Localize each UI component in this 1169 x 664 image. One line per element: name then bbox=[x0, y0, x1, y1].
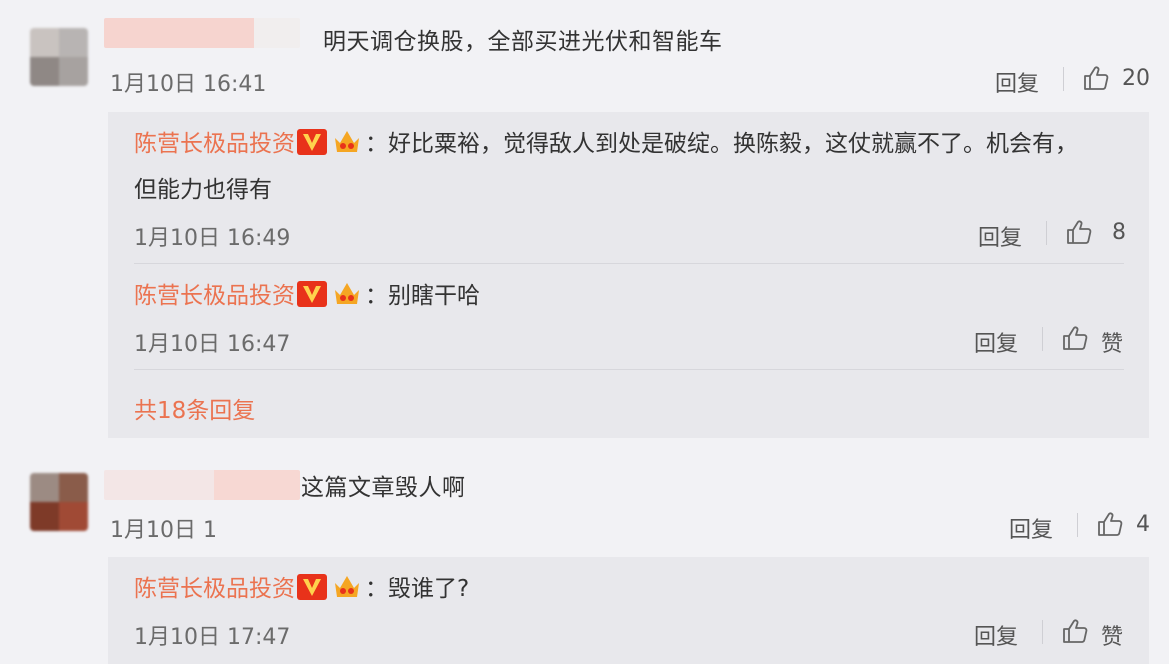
thumbs-up-icon[interactable] bbox=[1062, 325, 1090, 351]
thumbs-up-icon[interactable] bbox=[1083, 65, 1111, 91]
avatar[interactable] bbox=[30, 28, 88, 86]
reply-text: 毁谁了? bbox=[388, 576, 470, 602]
verified-v-badge-icon bbox=[297, 574, 327, 600]
reply-text: 别瞎干哈 bbox=[388, 283, 480, 309]
comment-time: 1月10日 1 bbox=[110, 518, 217, 543]
divider bbox=[134, 369, 1124, 370]
crown-member-icon bbox=[335, 131, 359, 152]
verified-v-badge-icon bbox=[297, 129, 327, 155]
comment-time: 1月10日 16:41 bbox=[110, 72, 267, 97]
divider bbox=[1042, 620, 1043, 644]
reply-time: 1月10日 16:49 bbox=[134, 226, 291, 251]
thumbs-up-icon[interactable] bbox=[1062, 618, 1090, 644]
reply-button[interactable]: 回复 bbox=[995, 66, 1039, 98]
divider bbox=[1046, 221, 1047, 245]
reply-button[interactable]: 回复 bbox=[978, 220, 1022, 252]
divider bbox=[1042, 327, 1043, 351]
reply-button[interactable]: 回复 bbox=[1009, 512, 1053, 544]
reply-button[interactable]: 回复 bbox=[974, 326, 1018, 358]
reply-item: 陈营长极品投资 ：好比粟裕，觉得敌人到处是破绽。换陈毅，这仗就赢不了。机会有， 但能… bbox=[134, 121, 1134, 213]
divider bbox=[134, 263, 1124, 264]
like-label[interactable]: 赞 bbox=[1101, 326, 1123, 358]
divider bbox=[1063, 67, 1064, 91]
reply-button[interactable]: 回复 bbox=[974, 619, 1018, 651]
like-count: 4 bbox=[1136, 512, 1150, 537]
crown-member-icon bbox=[335, 283, 359, 304]
reply-item: 陈营长极品投资 ：别瞎干哈 bbox=[134, 273, 1134, 319]
like-label[interactable]: 赞 bbox=[1101, 619, 1123, 651]
username-blurred[interactable] bbox=[104, 470, 300, 500]
more-replies-link[interactable]: 共18条回复 bbox=[134, 391, 255, 425]
reply-time: 1月10日 16:47 bbox=[134, 332, 291, 357]
reply-author[interactable]: 陈营长极品投资 bbox=[134, 283, 295, 309]
like-count: 20 bbox=[1122, 66, 1150, 91]
divider bbox=[1077, 513, 1078, 537]
avatar[interactable] bbox=[30, 473, 88, 531]
comment-text: 这篇文章毁人啊 bbox=[301, 475, 466, 501]
reply-separator: ： bbox=[365, 283, 388, 309]
reply-separator: ： bbox=[365, 576, 388, 602]
username-blurred[interactable] bbox=[104, 18, 300, 48]
crown-member-icon bbox=[335, 576, 359, 597]
reply-time: 1月10日 17:47 bbox=[134, 625, 291, 650]
comment-text: 明天调仓换股，全部买进光伏和智能车 bbox=[323, 29, 723, 55]
verified-v-badge-icon bbox=[297, 281, 327, 307]
reply-text-continued: 但能力也得有 bbox=[134, 177, 272, 203]
reply-author[interactable]: 陈营长极品投资 bbox=[134, 576, 295, 602]
thumbs-up-icon[interactable] bbox=[1066, 219, 1094, 245]
reply-text: 好比粟裕，觉得敌人到处是破绽。换陈毅，这仗就赢不了。机会有， bbox=[388, 131, 1078, 157]
thumbs-up-icon[interactable] bbox=[1097, 511, 1125, 537]
reply-separator: ： bbox=[365, 131, 388, 157]
reply-item: 陈营长极品投资 ：毁谁了? bbox=[134, 566, 1134, 612]
like-count: 8 bbox=[1112, 220, 1126, 245]
reply-author[interactable]: 陈营长极品投资 bbox=[134, 131, 295, 157]
